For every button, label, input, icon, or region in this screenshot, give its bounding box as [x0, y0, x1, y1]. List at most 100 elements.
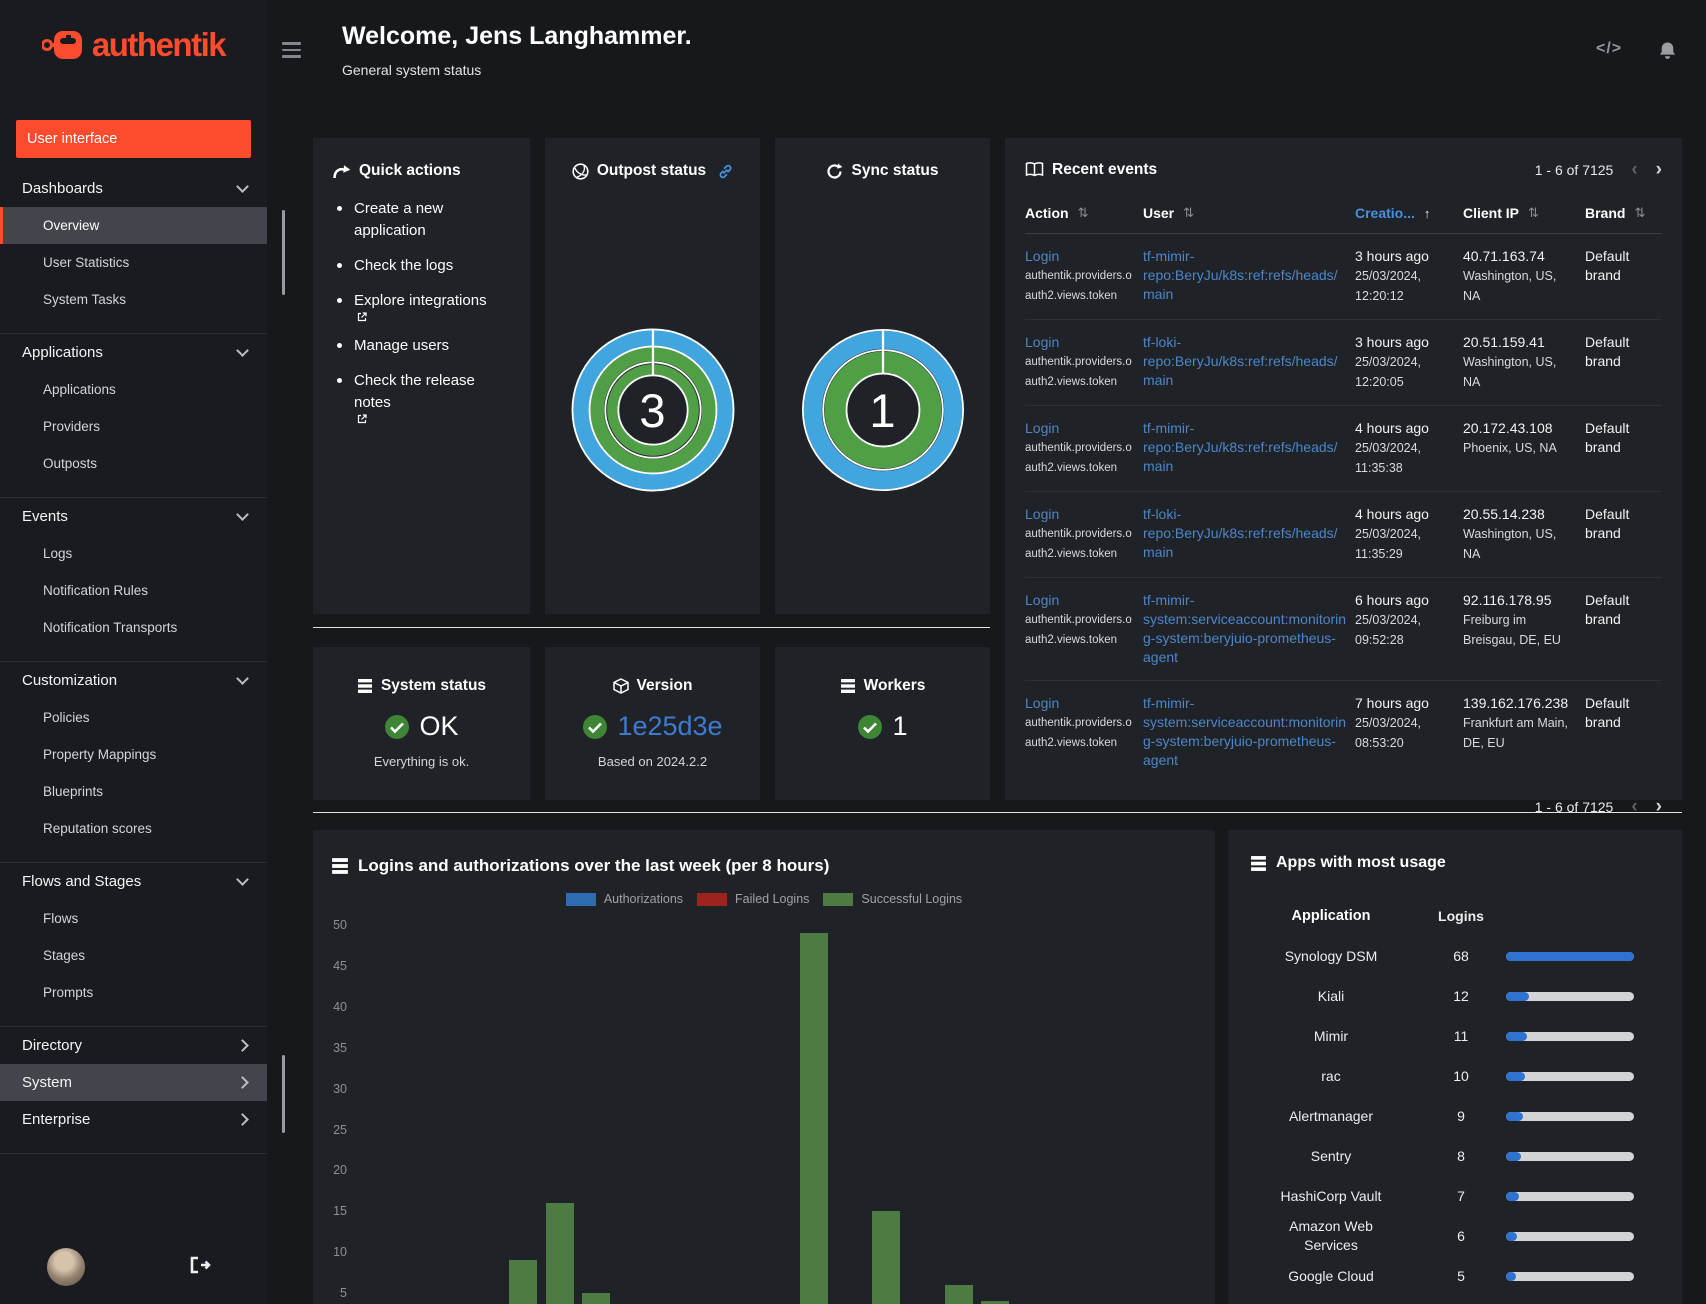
outpost-status-title: Outpost status	[596, 162, 707, 179]
event-action-link[interactable]: Login	[1025, 505, 1135, 524]
version-value[interactable]: 1e25d3e	[617, 711, 722, 742]
quick-action-create-a-new-application[interactable]: Create a new application	[337, 198, 512, 242]
usage-bar-fill	[1506, 1111, 1523, 1121]
sort-icon[interactable]: ⇅	[1634, 205, 1645, 221]
sort-icon[interactable]: ↑	[1424, 206, 1431, 221]
sidebar-item-notification-rules[interactable]: Notification Rules	[0, 572, 267, 609]
event-action-link[interactable]: Login	[1025, 333, 1135, 352]
sidebar-item-user-statistics[interactable]: User Statistics	[0, 244, 267, 281]
event-user-link[interactable]: tf-mimir-system:serviceaccount:monitorin…	[1143, 591, 1347, 667]
event-user-link[interactable]: tf-mimir-repo:BeryJu/k8s:ref:refs/heads/…	[1143, 247, 1347, 304]
event-created-cell: 7 hours ago 25/03/2024, 08:53:20	[1355, 694, 1455, 770]
sort-icon[interactable]: ⇅	[1528, 205, 1539, 221]
event-user-link[interactable]: tf-mimir-repo:BeryJu/k8s:ref:refs/heads/…	[1143, 419, 1347, 476]
section-divider	[313, 812, 1682, 813]
event-action-link[interactable]: Login	[1025, 247, 1135, 266]
sidebar-section-enterprise[interactable]: Enterprise	[0, 1101, 267, 1138]
event-user-cell: tf-mimir-system:serviceaccount:monitorin…	[1143, 694, 1347, 770]
sort-icon[interactable]: ⇅	[1078, 205, 1089, 221]
sidebar-section-dashboards[interactable]: Dashboards	[0, 170, 267, 207]
event-action-link[interactable]: Login	[1025, 694, 1135, 713]
column-header-creatio[interactable]: Creatio... ↑	[1355, 205, 1455, 221]
notifications-bell-icon[interactable]	[1658, 40, 1677, 60]
chevron-right-icon	[236, 1039, 249, 1052]
sidebar-item-reputation-scores[interactable]: Reputation scores	[0, 810, 267, 847]
quick-action-manage-users[interactable]: Manage users	[337, 335, 512, 357]
event-user-link[interactable]: tf-loki-repo:BeryJu/k8s:ref:refs/heads/m…	[1143, 333, 1347, 390]
app-usage-bar	[1506, 951, 1666, 961]
user-interface-button[interactable]: User interface	[16, 120, 251, 158]
column-header-action[interactable]: Action ⇅	[1025, 205, 1135, 221]
sidebar-section-directory[interactable]: Directory	[0, 1027, 267, 1064]
table-row: Login authentik.providers.oauth2.views.to…	[1025, 492, 1662, 578]
pagination-prev-icon[interactable]: ‹	[1631, 160, 1637, 179]
event-action-detail: authentik.providers.oauth2.views.token	[1025, 270, 1132, 302]
quick-action-explore-integrations[interactable]: Explore integrations	[337, 290, 512, 322]
table-row: Login authentik.providers.oauth2.views.to…	[1025, 234, 1662, 320]
sign-out-icon[interactable]	[189, 1256, 211, 1274]
event-relative-time: 4 hours ago	[1355, 506, 1429, 522]
api-code-icon[interactable]: </>	[1596, 40, 1622, 58]
sync-refresh-icon	[827, 163, 843, 179]
sidebar-section-events[interactable]: Events	[0, 498, 267, 535]
sidebar-item-overview[interactable]: Overview	[0, 207, 267, 244]
sidebar-item-notification-transports[interactable]: Notification Transports	[0, 609, 267, 646]
check-circle-icon	[385, 714, 410, 739]
scrollbar-thumb[interactable]	[282, 1055, 285, 1133]
quick-action-check-the-release-notes[interactable]: Check the release notes	[337, 370, 512, 424]
sidebar-item-outposts[interactable]: Outposts	[0, 445, 267, 482]
sidebar-item-blueprints[interactable]: Blueprints	[0, 773, 267, 810]
table-row: Login authentik.providers.oauth2.views.to…	[1025, 320, 1662, 406]
column-header-brand[interactable]: Brand ⇅	[1585, 205, 1661, 221]
pagination-prev-icon[interactable]: ‹	[1631, 797, 1637, 816]
app-usage-bar	[1506, 1271, 1666, 1281]
sidebar-item-policies[interactable]: Policies	[0, 699, 267, 736]
system-status-title: System status	[380, 677, 487, 694]
sidebar-item-applications[interactable]: Applications	[0, 371, 267, 408]
event-timestamp: 25/03/2024, 12:20:05	[1355, 355, 1422, 389]
section-label: Events	[22, 508, 68, 525]
scrollbar-thumb[interactable]	[282, 210, 285, 295]
app-name-label: Synology DSM	[1284, 947, 1378, 964]
app-name-label: rac	[1321, 1067, 1341, 1084]
event-client-ip-cell: 40.71.163.74 Washington, US, NA	[1463, 247, 1577, 306]
event-action-link[interactable]: Login	[1025, 419, 1135, 438]
column-header-user[interactable]: User ⇅	[1143, 205, 1347, 221]
chevron-down-icon	[236, 873, 249, 886]
app-name-label: Amazon Web Services	[1289, 1218, 1373, 1253]
event-brand: Default brand	[1585, 506, 1630, 541]
app-usage-row: HashiCorp Vault 7	[1246, 1176, 1682, 1216]
authentik-logo[interactable]: authentik	[0, 0, 267, 64]
sidebar-item-property-mappings[interactable]: Property Mappings	[0, 736, 267, 773]
quick-action-check-the-logs[interactable]: Check the logs	[337, 255, 512, 277]
event-client-ip-cell: 20.55.14.238 Washington, US, NA	[1463, 505, 1577, 564]
event-action-link[interactable]: Login	[1025, 591, 1135, 610]
pagination-next-icon[interactable]: ›	[1656, 797, 1662, 816]
sort-icon[interactable]: ⇅	[1183, 205, 1194, 221]
apps-column-application: Application	[1291, 908, 1371, 924]
hamburger-menu-icon[interactable]	[282, 42, 301, 62]
sidebar-section-system[interactable]: System	[0, 1064, 267, 1101]
link-icon[interactable]	[718, 164, 733, 179]
usage-bar-fill	[1506, 1031, 1527, 1041]
sidebar-item-system-tasks[interactable]: System Tasks	[0, 281, 267, 318]
event-timestamp: 25/03/2024, 08:53:20	[1355, 716, 1422, 750]
sidebar-item-prompts[interactable]: Prompts	[0, 974, 267, 1011]
avatar[interactable]	[47, 1248, 85, 1286]
sidebar-section-applications[interactable]: Applications	[0, 334, 267, 371]
event-brand-cell: Default brand	[1585, 247, 1661, 306]
sidebar-item-providers[interactable]: Providers	[0, 408, 267, 445]
sidebar-item-stages[interactable]: Stages	[0, 937, 267, 974]
sidebar-section-customization[interactable]: Customization	[0, 662, 267, 699]
event-user-link[interactable]: tf-loki-repo:BeryJu/k8s:ref:refs/heads/m…	[1143, 505, 1347, 562]
sidebar-item-logs[interactable]: Logs	[0, 535, 267, 572]
sidebar-item-flows[interactable]: Flows	[0, 900, 267, 937]
sidebar-section-flows-and-stages[interactable]: Flows and Stages	[0, 863, 267, 900]
event-ip: 20.51.159.41	[1463, 334, 1545, 350]
event-user-link[interactable]: tf-mimir-system:serviceaccount:monitorin…	[1143, 694, 1347, 770]
app-logins: 7	[1457, 1188, 1465, 1204]
column-header-client-ip[interactable]: Client IP ⇅	[1463, 205, 1577, 221]
event-timestamp: 25/03/2024, 11:35:29	[1355, 527, 1422, 561]
authentik-admin-dashboard: authentik User interface Dashboards Overv…	[0, 0, 1706, 1304]
pagination-next-icon[interactable]: ›	[1656, 160, 1662, 179]
